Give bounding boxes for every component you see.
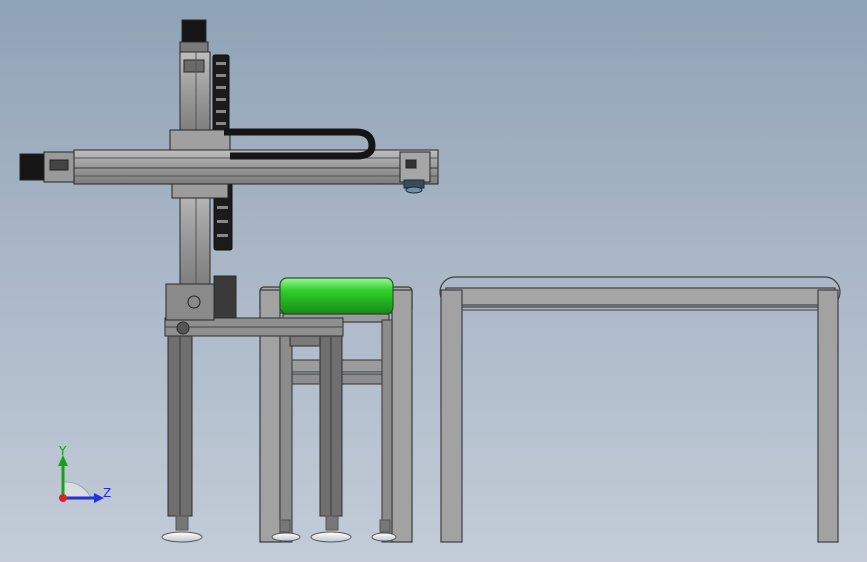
x-axis-dot <box>59 494 67 502</box>
roller-stand-right-leg <box>391 289 413 543</box>
right-frame-stand <box>439 276 841 543</box>
y-axis-label: Y <box>58 444 67 458</box>
right-frame-left-leg <box>440 289 463 543</box>
z-axis-lower-beam <box>179 183 211 289</box>
z-axis-base-carriage <box>165 283 215 321</box>
gantry-assembly-drawing: Y Z <box>19 19 841 543</box>
suction-gripper <box>403 179 425 194</box>
cad-viewport[interactable]: Y Z <box>0 0 867 562</box>
x-axis-motor <box>19 153 45 181</box>
right-frame-top-rail <box>445 287 836 306</box>
z-axis-motor <box>181 19 207 43</box>
green-roller <box>279 277 394 315</box>
profile-table <box>164 317 344 517</box>
z-axis-label: Z <box>103 486 111 500</box>
x-axis-carriage <box>169 129 231 151</box>
z-axis-bracket <box>213 275 237 319</box>
right-frame-right-leg <box>817 289 839 543</box>
coordinate-triad: Y Z <box>58 444 111 503</box>
